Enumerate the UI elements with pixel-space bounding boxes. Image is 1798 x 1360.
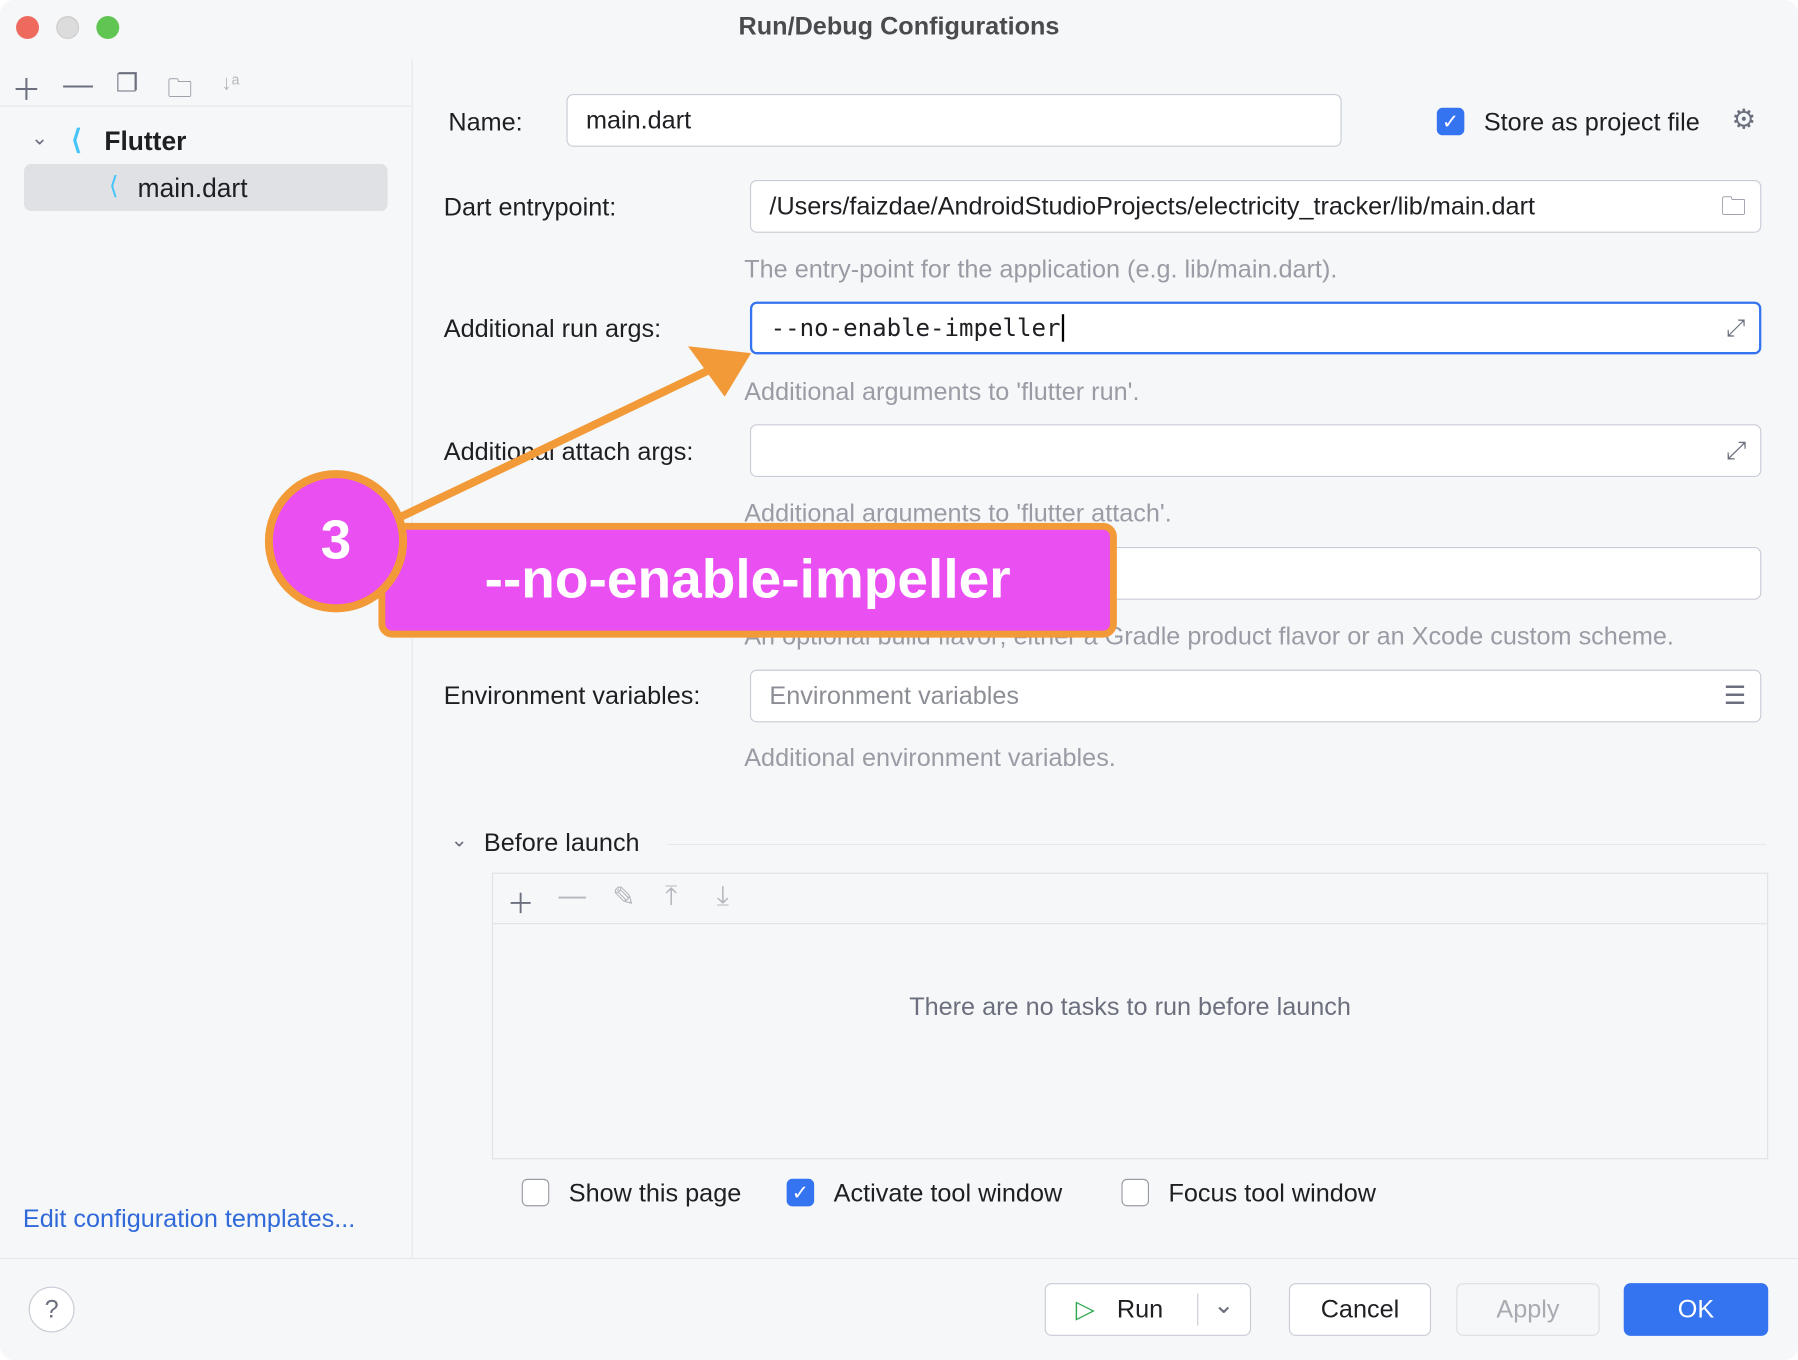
annotation-arrow <box>376 346 752 532</box>
annotation-label: --no-enable-impeller <box>378 522 1117 638</box>
arrow-line <box>376 365 713 532</box>
annotation-step-badge: 3 <box>264 470 408 613</box>
run-debug-dialog: Run/Debug Configurations ＋ — ❐ 🗀 ↓ᵃ ⌄ ⟨ … <box>0 0 1798 1360</box>
